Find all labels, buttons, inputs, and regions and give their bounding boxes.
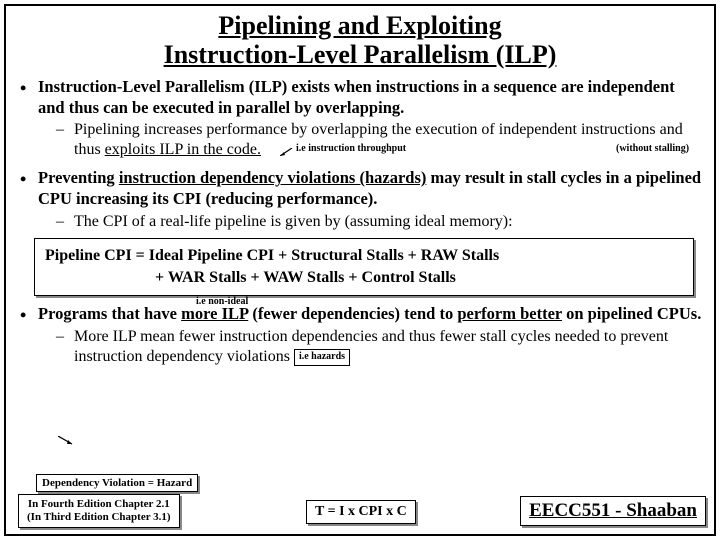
bullet-3-a: Programs that have xyxy=(38,304,181,323)
edition-line-2: (In Third Edition Chapter 3.1) xyxy=(27,511,171,524)
bullet-3-sub: More ILP mean fewer instruction dependen… xyxy=(38,327,704,367)
formula-line-1: Pipeline CPI = Ideal Pipeline CPI + Stru… xyxy=(45,245,683,267)
bullet-2: Preventing instruction dependency violat… xyxy=(16,168,704,231)
arrow-icon-2 xyxy=(58,436,74,446)
title-line-2: Instruction-Level Parallelism (ILP) xyxy=(164,40,557,69)
edition-box: In Fourth Edition Chapter 2.1 (In Third … xyxy=(18,494,180,528)
annot-nonideal: i.e non-ideal xyxy=(196,296,248,307)
bullet-1-text: Instruction-Level Parallelism (ILP) exis… xyxy=(38,77,675,117)
slide-title: Pipelining and Exploiting Instruction-Le… xyxy=(16,12,704,69)
bullet-3-sub-text: More ILP mean fewer instruction dependen… xyxy=(74,328,668,365)
slide-frame: Pipelining and Exploiting Instruction-Le… xyxy=(4,4,716,536)
annot-stalling: (without stalling) xyxy=(616,143,689,154)
bullet-list: Instruction-Level Parallelism (ILP) exis… xyxy=(16,77,704,232)
bullet-3: Programs that have more ILP (fewer depen… xyxy=(16,304,704,367)
course-label: EECC551 - Shaaban xyxy=(529,500,697,521)
formula-line-2: + WAR Stalls + WAW Stalls + Control Stal… xyxy=(45,267,683,289)
bullet-2-underline: instruction dependency violations (hazar… xyxy=(119,168,427,187)
cpi-formula-box: Pipeline CPI = Ideal Pipeline CPI + Stru… xyxy=(34,238,694,297)
hazards-inline-note: i.e hazards xyxy=(294,349,350,366)
title-line-1: Pipelining and Exploiting xyxy=(218,11,501,40)
bullet-2-text-a: Preventing xyxy=(38,168,119,187)
bullet-3-u1: more ILP xyxy=(181,304,248,323)
course-box: EECC551 - Shaaban xyxy=(520,496,706,526)
bullet-2-sub: The CPI of a real-life pipeline is given… xyxy=(38,212,704,232)
tcpi-box: T = I x CPI x C xyxy=(306,500,416,524)
edition-line-1: In Fourth Edition Chapter 2.1 xyxy=(27,498,171,511)
bullet-1-sub-underline: exploits ILP in the code. xyxy=(105,141,261,158)
bullet-3-u2: perform better xyxy=(457,304,562,323)
bullet-1-sub: Pipelining increases performance by over… xyxy=(38,120,704,160)
bullet-3-b: (fewer dependencies) tend to xyxy=(248,304,457,323)
bullet-3-c: on pipelined CPUs. xyxy=(562,304,701,323)
annot-throughput: i.e instruction throughput xyxy=(296,143,406,154)
dependency-hazard-box: Dependency Violation = Hazard xyxy=(36,474,198,492)
bullet-2-sub-text: The CPI of a real-life pipeline is given… xyxy=(74,213,513,230)
bullet-list-2: Programs that have more ILP (fewer depen… xyxy=(16,304,704,367)
arrow-icon-1 xyxy=(280,148,294,156)
